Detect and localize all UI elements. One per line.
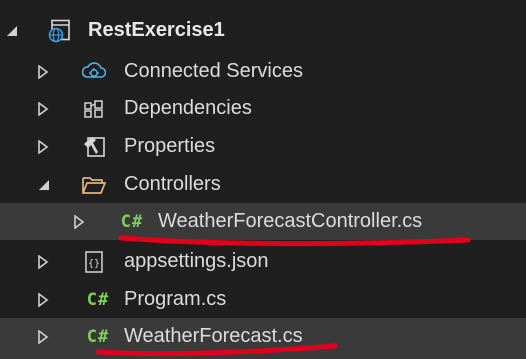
item-label: WeatherForecastController.cs: [158, 210, 423, 232]
item-label: Dependencies: [124, 97, 252, 119]
json-file-icon: {}: [80, 243, 108, 280]
tree-row-weatherforecast[interactable]: C# WeatherForecast.cs: [0, 318, 526, 359]
expand-arrow-icon[interactable]: [70, 203, 88, 240]
properties-wrench-icon: [80, 128, 108, 165]
collapse-arrow-icon[interactable]: [4, 12, 22, 49]
tree-row-project[interactable]: RestExercise1: [0, 12, 526, 49]
expand-arrow-icon[interactable]: [34, 281, 52, 318]
web-project-icon: [46, 12, 74, 49]
tree-row-properties[interactable]: Properties: [0, 128, 526, 165]
tree-row-controllers[interactable]: Controllers: [0, 166, 526, 203]
dependencies-icon: [80, 90, 108, 127]
connected-services-icon: [80, 53, 108, 90]
expand-arrow-icon[interactable]: [34, 318, 52, 355]
svg-text:{}: {}: [88, 258, 100, 269]
expand-arrow-icon[interactable]: [34, 53, 52, 90]
project-name: RestExercise1: [88, 19, 225, 41]
expand-arrow-icon[interactable]: [34, 90, 52, 127]
item-label: WeatherForecast.cs: [124, 325, 303, 347]
csharp-file-icon: C#: [86, 326, 110, 347]
tree-row-connected-services[interactable]: Connected Services: [0, 53, 526, 90]
csharp-file-icon: C#: [86, 289, 110, 310]
item-label: Properties: [124, 135, 216, 157]
folder-open-icon: [80, 166, 108, 203]
item-label: appsettings.json: [124, 250, 269, 272]
expand-arrow-icon[interactable]: [34, 128, 52, 165]
csharp-file-icon: C#: [120, 211, 144, 232]
item-label: Controllers: [124, 173, 221, 195]
tree-row-appsettings[interactable]: {} appsettings.json: [0, 243, 526, 280]
tree-row-dependencies[interactable]: Dependencies: [0, 90, 526, 127]
tree-row-program[interactable]: C# Program.cs: [0, 281, 526, 318]
expand-arrow-icon[interactable]: [34, 243, 52, 280]
item-label: Connected Services: [124, 60, 303, 82]
tree-row-weatherforecastcontroller[interactable]: C# WeatherForecastController.cs: [0, 203, 526, 240]
item-label: Program.cs: [124, 288, 227, 310]
solution-explorer-tree: RestExercise1 Connected Services Depende…: [0, 0, 526, 359]
collapse-arrow-icon[interactable]: [36, 166, 54, 203]
